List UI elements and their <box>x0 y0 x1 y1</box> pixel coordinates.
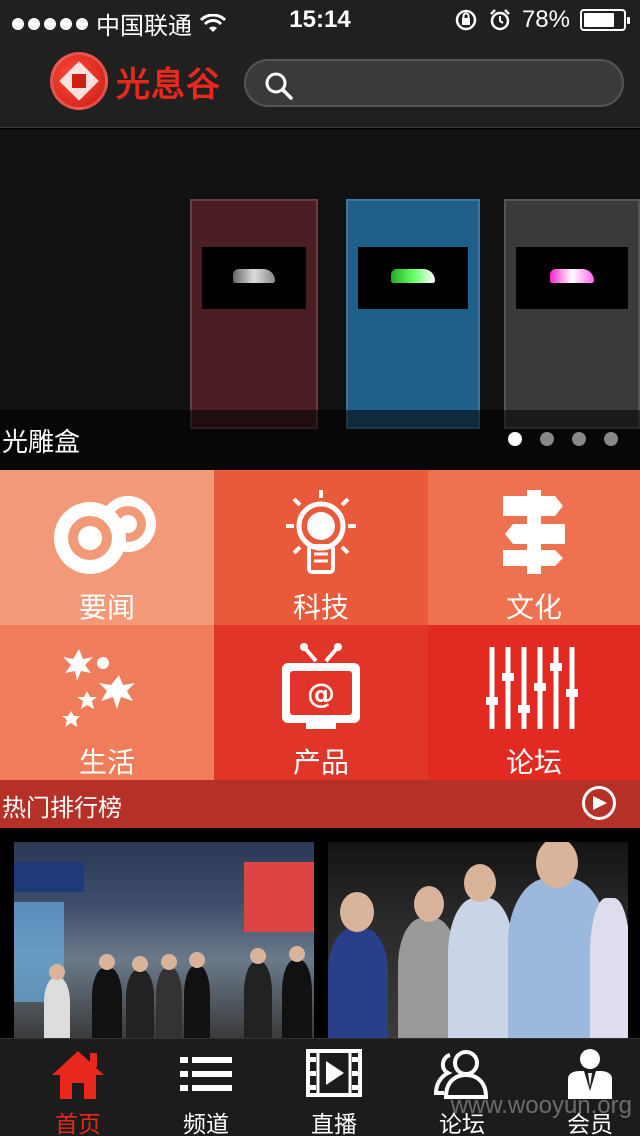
search-icon <box>265 72 293 100</box>
more-arrow-icon[interactable] <box>582 786 616 820</box>
hot-photo-2[interactable] <box>328 842 628 1038</box>
tab-forum[interactable]: 论坛 <box>398 1039 526 1136</box>
tv-icon: @ <box>282 643 360 729</box>
banner-caption-bar: 光雕盒 <box>0 410 640 470</box>
category-label: 要闻 <box>78 591 135 624</box>
battery-percent: 78% <box>521 6 570 33</box>
category-label: 科技 <box>292 591 349 624</box>
category-label: 产品 <box>292 746 349 779</box>
category-tech[interactable]: 科技 <box>214 470 428 625</box>
rotation-lock-icon <box>455 9 477 31</box>
status-bar: 中国联通 15:14 78% <box>0 0 640 40</box>
hot-ranking-title: 热门排行榜 <box>2 794 122 822</box>
home-icon <box>52 1051 104 1099</box>
tab-label: 直播 <box>311 1112 357 1136</box>
banner-title: 光雕盒 <box>2 428 81 458</box>
tab-live[interactable]: 直播 <box>270 1039 398 1136</box>
discs-icon <box>54 496 156 574</box>
tab-member[interactable]: 会员 <box>526 1039 640 1136</box>
category-grid: 要闻 科技 文化 生活 @ 产品 论坛 <box>0 470 640 780</box>
tab-channels[interactable]: 频道 <box>142 1039 270 1136</box>
carousel-pager[interactable] <box>508 432 618 446</box>
banner-carousel[interactable]: 光雕盒 <box>0 129 640 470</box>
hot-photo-list <box>0 828 640 1038</box>
banner-image-kiosk-grey <box>504 199 640 429</box>
category-culture[interactable]: 文化 <box>428 470 640 625</box>
list-icon <box>180 1057 232 1091</box>
tab-home[interactable]: 首页 <box>14 1039 142 1136</box>
pager-dot[interactable] <box>572 432 586 446</box>
category-products[interactable]: @ 产品 <box>214 625 428 780</box>
category-forum[interactable]: 论坛 <box>428 625 640 780</box>
logo-mark-icon <box>50 52 108 110</box>
hot-ranking-header: 热门排行榜 <box>0 780 640 828</box>
category-label: 文化 <box>505 591 562 624</box>
hot-photo-1[interactable] <box>14 842 314 1038</box>
search-input[interactable] <box>244 59 624 107</box>
alarm-icon <box>490 9 510 31</box>
pager-dot[interactable] <box>508 432 522 446</box>
battery-icon <box>580 9 630 31</box>
equalizer-icon <box>486 647 578 729</box>
logo-text: 光息谷 <box>116 64 221 105</box>
status-right: 78% <box>454 6 630 34</box>
lightbulb-icon <box>286 490 356 574</box>
category-label: 论坛 <box>505 746 562 779</box>
category-label: 生活 <box>78 746 135 779</box>
pager-dot[interactable] <box>604 432 618 446</box>
app-header: 光息谷 <box>0 40 640 128</box>
bottom-tab-bar: 首页 频道 直播 论坛 会员 www.wooyun.org <box>0 1038 640 1136</box>
signpost-icon <box>503 490 565 574</box>
sparkles-icon <box>62 649 135 727</box>
tab-label: 首页 <box>55 1112 101 1136</box>
film-icon <box>306 1049 362 1097</box>
tab-label: 频道 <box>183 1112 229 1136</box>
svg-text:@: @ <box>307 677 335 710</box>
pager-dot[interactable] <box>540 432 554 446</box>
banner-image-kiosk-blue <box>346 199 480 429</box>
banner-image-kiosk-red <box>190 199 318 429</box>
app-logo[interactable]: 光息谷 <box>50 52 221 110</box>
category-news[interactable]: 要闻 <box>0 470 214 625</box>
category-life[interactable]: 生活 <box>0 625 214 780</box>
watermark: www.wooyun.org <box>450 1092 632 1119</box>
